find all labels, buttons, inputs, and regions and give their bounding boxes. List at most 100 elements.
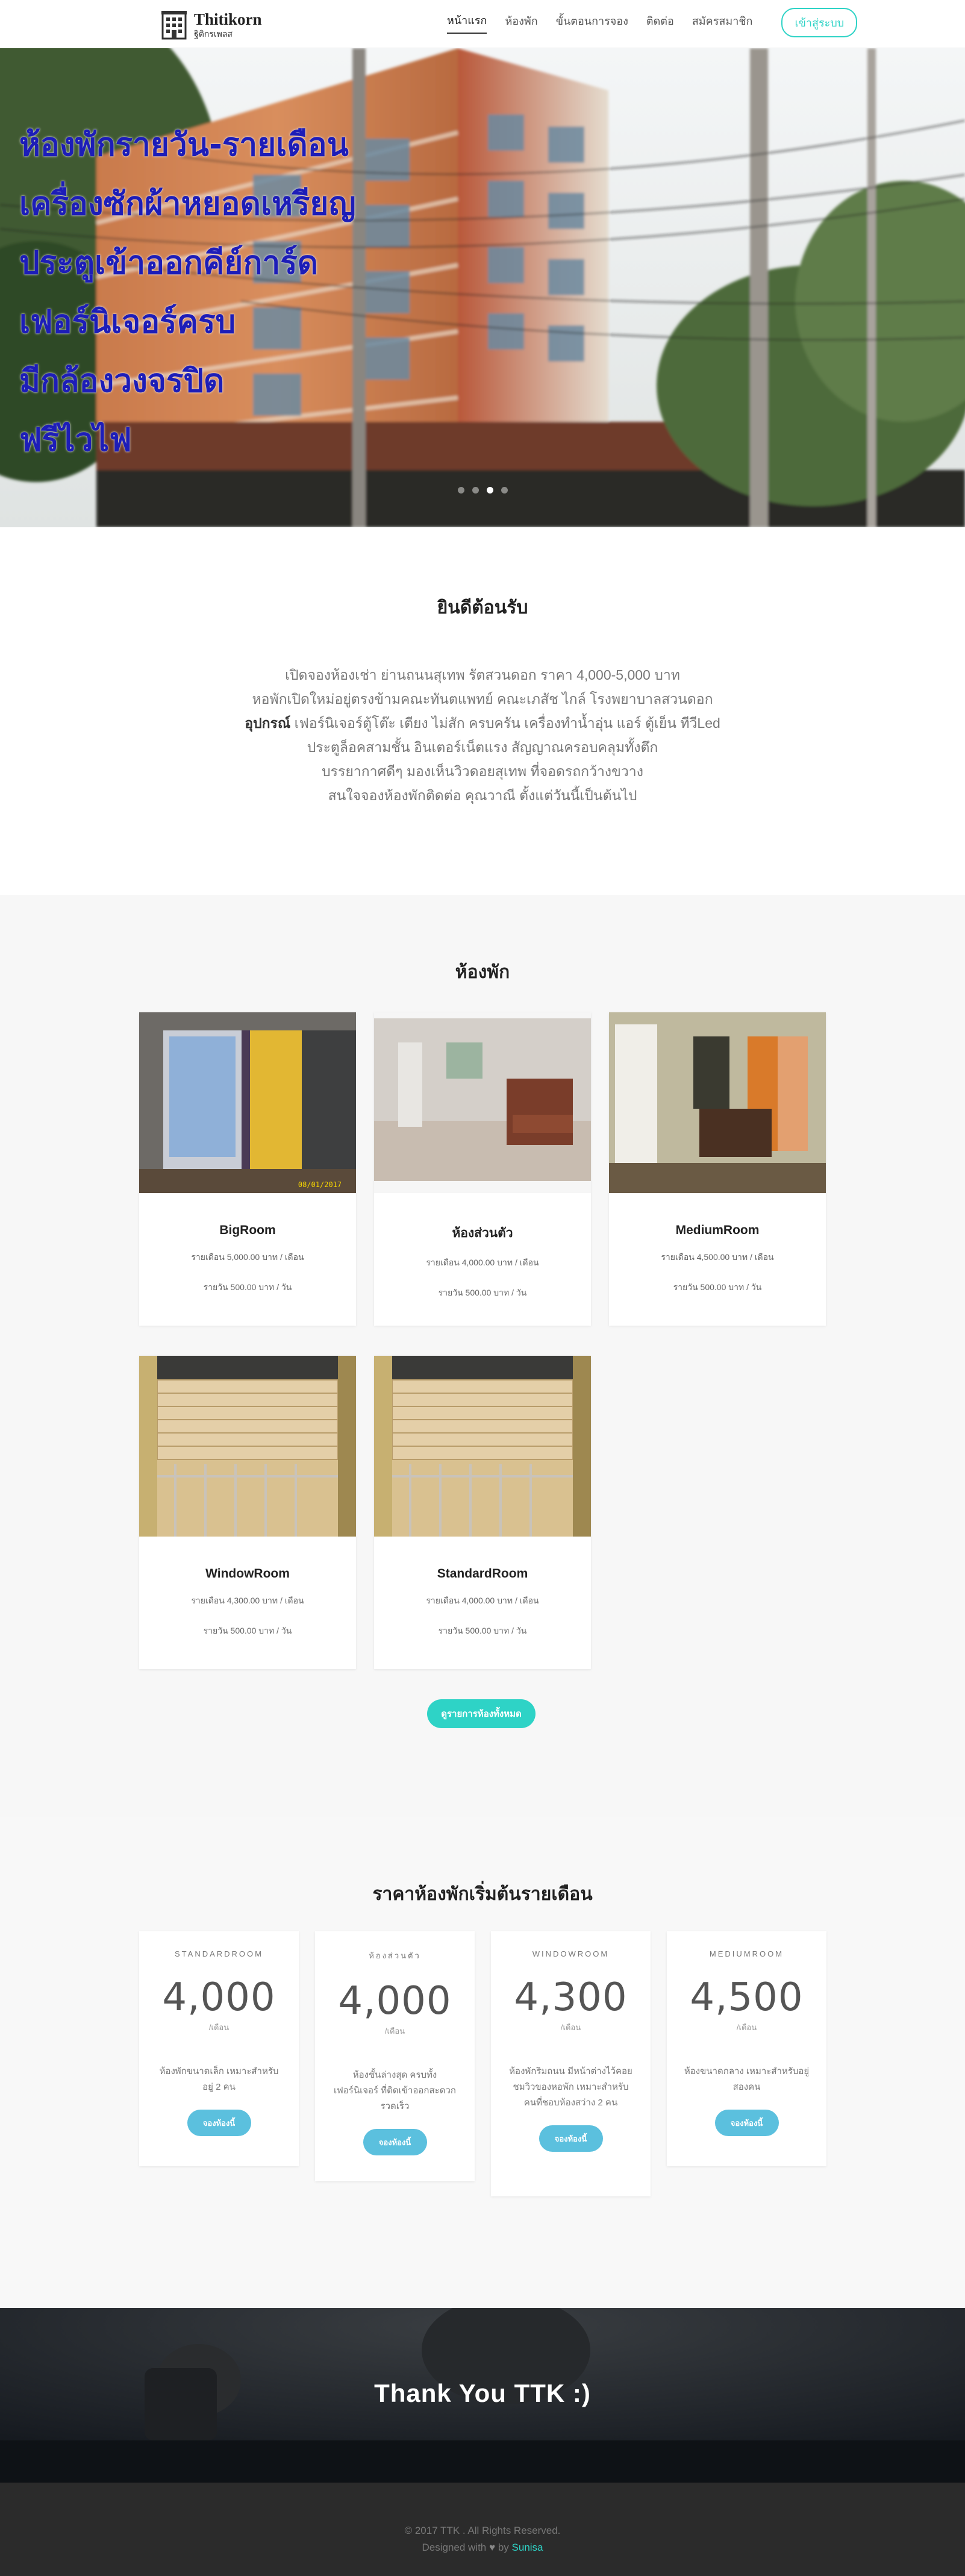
plan-name: WINDOWROOM (532, 1949, 610, 1958)
brand-name: Thitikorn (194, 10, 262, 28)
room-name[interactable]: StandardRoom (374, 1567, 591, 1581)
hero-carousel[interactable]: ห้องพักรายวัน-รายเดือน เครื่องซักผ้าหยอด… (0, 48, 965, 527)
plan-standardroom: STANDARDROOM 4,000 /เดือน ห้องพักขนาดเล็… (139, 1931, 299, 2166)
plan-unit: /เดือน (384, 2026, 405, 2035)
book-room-button[interactable]: จองห้องนี้ (363, 2129, 427, 2155)
footer-copyright: © 2017 TTK . All Rights Reserved. (404, 2525, 561, 2536)
room-photo[interactable] (374, 1356, 591, 1537)
room-daily-price: รายวัน 500.00 บาท / วัน (438, 1626, 527, 1635)
welcome-line-rest: เฟอร์นิเจอร์ตู้โต๊ะ เตียง ไม่สัก ครบครัน… (290, 715, 720, 731)
plan-name: ห้องส่วนตัว (369, 1951, 421, 1960)
welcome-text: เปิดจองห้องเช่า ย่านถนนสุเทพ รัตสวนดอก ร… (241, 663, 724, 807)
welcome-line: ประตูล็อคสามชั้น อินเตอร์เน็ตแรง สัญญาณค… (307, 739, 658, 755)
hero-line: เครื่องซักผ้าหยอดเหรียญ (19, 186, 356, 222)
carousel-dot[interactable] (458, 487, 464, 494)
room-daily-price: รายวัน 500.00 บาท / วัน (203, 1626, 292, 1635)
room-daily-price: รายวัน 500.00 บาท / วัน (203, 1282, 292, 1292)
room-name[interactable]: ห้องส่วนตัว (374, 1223, 591, 1243)
plan-windowroom: WINDOWROOM 4,300 /เดือน ห้องพักริมถนน มี… (491, 1931, 651, 2196)
hero-line: เฟอร์นิเจอร์ครบ (19, 304, 236, 340)
hero-line: ฟรีไวไฟ (19, 422, 132, 459)
room-photo[interactable] (374, 1012, 591, 1193)
welcome-line: สนใจจองห้องพักติดต่อ คุณวาณี ตั้งแต่วันน… (328, 788, 637, 803)
nav-register[interactable]: สมัครสมาชิก (692, 12, 753, 33)
plan-price: 4,500 (690, 1975, 804, 2020)
welcome-line: หอพักเปิดใหม่อยู่ตรงข้ามคณะทันตแพทย์ คณะ… (252, 691, 713, 707)
nav-booking-steps[interactable]: ขั้นตอนการจอง (556, 12, 628, 33)
nav-contact[interactable]: ติดต่อ (646, 12, 674, 33)
room-monthly-price: รายเดือน 4,000.00 บาท / เดือน (426, 1596, 539, 1605)
welcome-line: บรรยากาศดีๆ มองเห็นวิวดอยสุเทพ ที่จอดรถก… (322, 763, 643, 779)
navbar: Thitikorn ฐิติกรเพลส หน้าแรก ห้องพัก ขั้… (0, 0, 965, 48)
hero-line: มีกล้องวงจรปิด (19, 363, 225, 400)
pricing-title: ราคาห้องพักเริ่มต้นรายเดือน (372, 1884, 593, 1904)
welcome-line: อุปกรณ์ เฟอร์นิเจอร์ตู้โต๊ะ เตียง ไม่สัก… (241, 711, 724, 735)
nav-home[interactable]: หน้าแรก (447, 11, 487, 34)
plan-price: 4,000 (162, 1975, 276, 2020)
thank-you-banner: Thank You TTK :) (0, 2308, 965, 2483)
plan-description: ห้องชั้นล่างสุด ครบทั้งเฟอร์นิเจอร์ ที่ต… (334, 2070, 456, 2111)
thank-you-text: Thank You TTK :) (374, 2379, 591, 2407)
room-monthly-price: รายเดือน 5,000.00 บาท / เดือน (191, 1252, 304, 1262)
footer-credit: Designed with ♥ by Sunisa (0, 2542, 965, 2554)
plan-private-room: ห้องส่วนตัว 4,000 /เดือน ห้องชั้นล่างสุด… (315, 1931, 475, 2181)
login-button[interactable]: เข้าสู่ระบบ (781, 7, 858, 37)
building-icon (161, 11, 187, 40)
room-daily-price: รายวัน 500.00 บาท / วัน (673, 1282, 762, 1292)
photo-timestamp: 08/01/2017 (298, 1180, 342, 1189)
plan-price: 4,300 (514, 1975, 628, 2020)
footer-designed-prefix: Designed with (422, 2542, 487, 2553)
room-card-windowroom[interactable]: WindowRoom รายเดือน 4,300.00 บาท / เดือน… (139, 1356, 356, 1669)
book-room-button[interactable]: จองห้องนี้ (714, 2110, 779, 2136)
heart-icon: ♥ (489, 2542, 496, 2553)
plan-description: ห้องพักริมถนน มีหน้าต่างไว้คอยชมวิวของหอ… (509, 2066, 632, 2108)
room-card-private[interactable]: ห้องส่วนตัว รายเดือน 4,000.00 บาท / เดือ… (374, 1012, 591, 1326)
carousel-dot[interactable] (501, 487, 508, 494)
room-monthly-price: รายเดือน 4,300.00 บาท / เดือน (191, 1596, 304, 1605)
brand-logo[interactable]: Thitikorn ฐิติกรเพลส (160, 8, 262, 41)
main-nav: หน้าแรก ห้องพัก ขั้นตอนการจอง ติดต่อ สมั… (447, 7, 858, 37)
plan-description: ห้องพักขนาดเล็ก เหมาะสำหรับอยู่ 2 คน (159, 2066, 279, 2092)
room-card-mediumroom[interactable]: MediumRoom รายเดือน 4,500.00 บาท / เดือน… (609, 1012, 826, 1326)
hero-line: ห้องพักรายวัน-รายเดือน (19, 127, 349, 163)
nav-rooms[interactable]: ห้องพัก (505, 12, 537, 33)
welcome-bold: อุปกรณ์ (245, 715, 291, 731)
plan-name: MEDIUMROOM (709, 1949, 784, 1958)
room-name[interactable]: BigRoom (139, 1223, 356, 1238)
room-monthly-price: รายเดือน 4,500.00 บาท / เดือน (661, 1252, 774, 1262)
room-monthly-price: รายเดือน 4,000.00 บาท / เดือน (426, 1258, 539, 1267)
welcome-section: ยินดีต้อนรับ เปิดจองห้องเช่า ย่านถนนสุเท… (0, 527, 965, 895)
book-room-button[interactable]: จองห้องนี้ (187, 2110, 251, 2136)
plan-price: 4,000 (338, 1979, 452, 2023)
book-room-button[interactable]: จองห้องนี้ (539, 2125, 603, 2152)
plan-description: ห้องขนาดกลาง เหมาะสำหรับอยู่สองคน (684, 2066, 810, 2092)
carousel-dot-active[interactable] (487, 487, 493, 494)
plan-name: STANDARDROOM (175, 1949, 263, 1958)
plan-unit: /เดือน (208, 2023, 230, 2032)
carousel-indicators (458, 487, 516, 494)
pricing-section: ราคาห้องพักเริ่มต้นรายเดือน STANDARDROOM… (0, 1817, 965, 2308)
room-photo[interactable]: 08/01/2017 (139, 1012, 356, 1193)
footer-by: by (498, 2542, 509, 2553)
room-card-standardroom[interactable]: StandardRoom รายเดือน 4,000.00 บาท / เดื… (374, 1356, 591, 1669)
hero-caption: ห้องพักรายวัน-รายเดือน เครื่องซักผ้าหยอด… (19, 116, 356, 470)
welcome-title: ยินดีต้อนรับ (437, 598, 528, 618)
plan-mediumroom: MEDIUMROOM 4,500 /เดือน ห้องขนาดกลาง เหม… (667, 1931, 826, 2166)
rooms-title: ห้องพัก (455, 962, 510, 982)
carousel-dot[interactable] (472, 487, 479, 494)
room-name[interactable]: WindowRoom (139, 1567, 356, 1581)
footer: © 2017 TTK . All Rights Reserved. Design… (0, 2483, 965, 2576)
rooms-section: ห้องพัก 08/01/2017 BigRoom รายเดือน 5,00… (0, 895, 965, 1817)
room-photo[interactable] (609, 1012, 826, 1193)
plan-unit: /เดือน (736, 2023, 757, 2032)
plan-unit: /เดือน (560, 2023, 581, 2032)
footer-author-link[interactable]: Sunisa (512, 2542, 543, 2553)
room-daily-price: รายวัน 500.00 บาท / วัน (438, 1288, 527, 1297)
welcome-line: เปิดจองห้องเช่า ย่านถนนสุเทพ รัตสวนดอก ร… (285, 667, 680, 683)
hero-line: ประตูเข้าออกคีย์การ์ด (19, 245, 319, 281)
view-all-rooms-button[interactable]: ดูรายการห้องทั้งหมด (427, 1699, 536, 1728)
room-name[interactable]: MediumRoom (609, 1223, 826, 1238)
brand-subtitle: ฐิติกรเพลส (194, 29, 233, 39)
room-card-bigroom[interactable]: 08/01/2017 BigRoom รายเดือน 5,000.00 บาท… (139, 1012, 356, 1326)
room-photo[interactable] (139, 1356, 356, 1537)
